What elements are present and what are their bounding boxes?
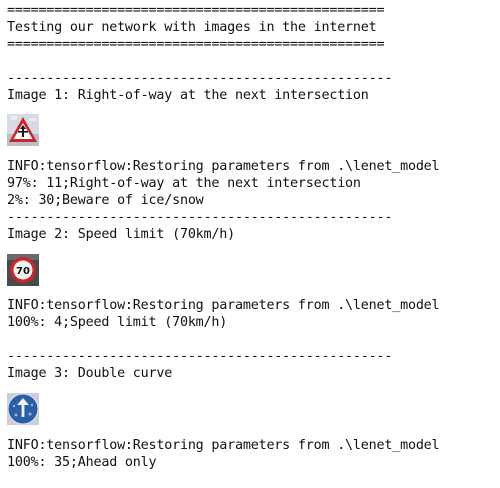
header-title: Testing our network with images in the i… bbox=[7, 20, 377, 35]
console-output: ========================================… bbox=[0, 0, 500, 488]
result-2-info: INFO:tensorflow:Restoring parameters fro… bbox=[7, 298, 440, 313]
speed-limit-text: 70 bbox=[16, 266, 30, 277]
separator-line: ----------------------------------------… bbox=[7, 210, 393, 225]
header-rule-top: ========================================… bbox=[7, 3, 385, 18]
header-rule-bottom: ========================================… bbox=[7, 37, 385, 52]
result-3-title: Image 3: Double curve bbox=[7, 366, 173, 381]
blue-circle-sign-icon bbox=[7, 393, 39, 425]
right-of-way-sign-icon bbox=[7, 114, 39, 146]
result-1-prediction-1: 97%: 11;Right-of-way at the next interse… bbox=[7, 176, 361, 191]
separator-line: ----------------------------------------… bbox=[7, 349, 393, 364]
result-2-prediction-1: 100%: 4;Speed limit (70km/h) bbox=[7, 315, 228, 330]
result-1-info: INFO:tensorflow:Restoring parameters fro… bbox=[7, 159, 440, 174]
result-2-title: Image 2: Speed limit (70km/h) bbox=[7, 227, 235, 242]
result-3-prediction-1: 100%: 35;Ahead only bbox=[7, 455, 157, 470]
result-1-prediction-2: 2%: 30;Beware of ice/snow bbox=[7, 193, 204, 208]
result-3-info: INFO:tensorflow:Restoring parameters fro… bbox=[7, 438, 440, 453]
result-1-title: Image 1: Right-of-way at the next inters… bbox=[7, 88, 369, 103]
separator-line: ----------------------------------------… bbox=[7, 71, 393, 86]
speed-limit-70-sign-icon: 70 bbox=[7, 254, 39, 286]
